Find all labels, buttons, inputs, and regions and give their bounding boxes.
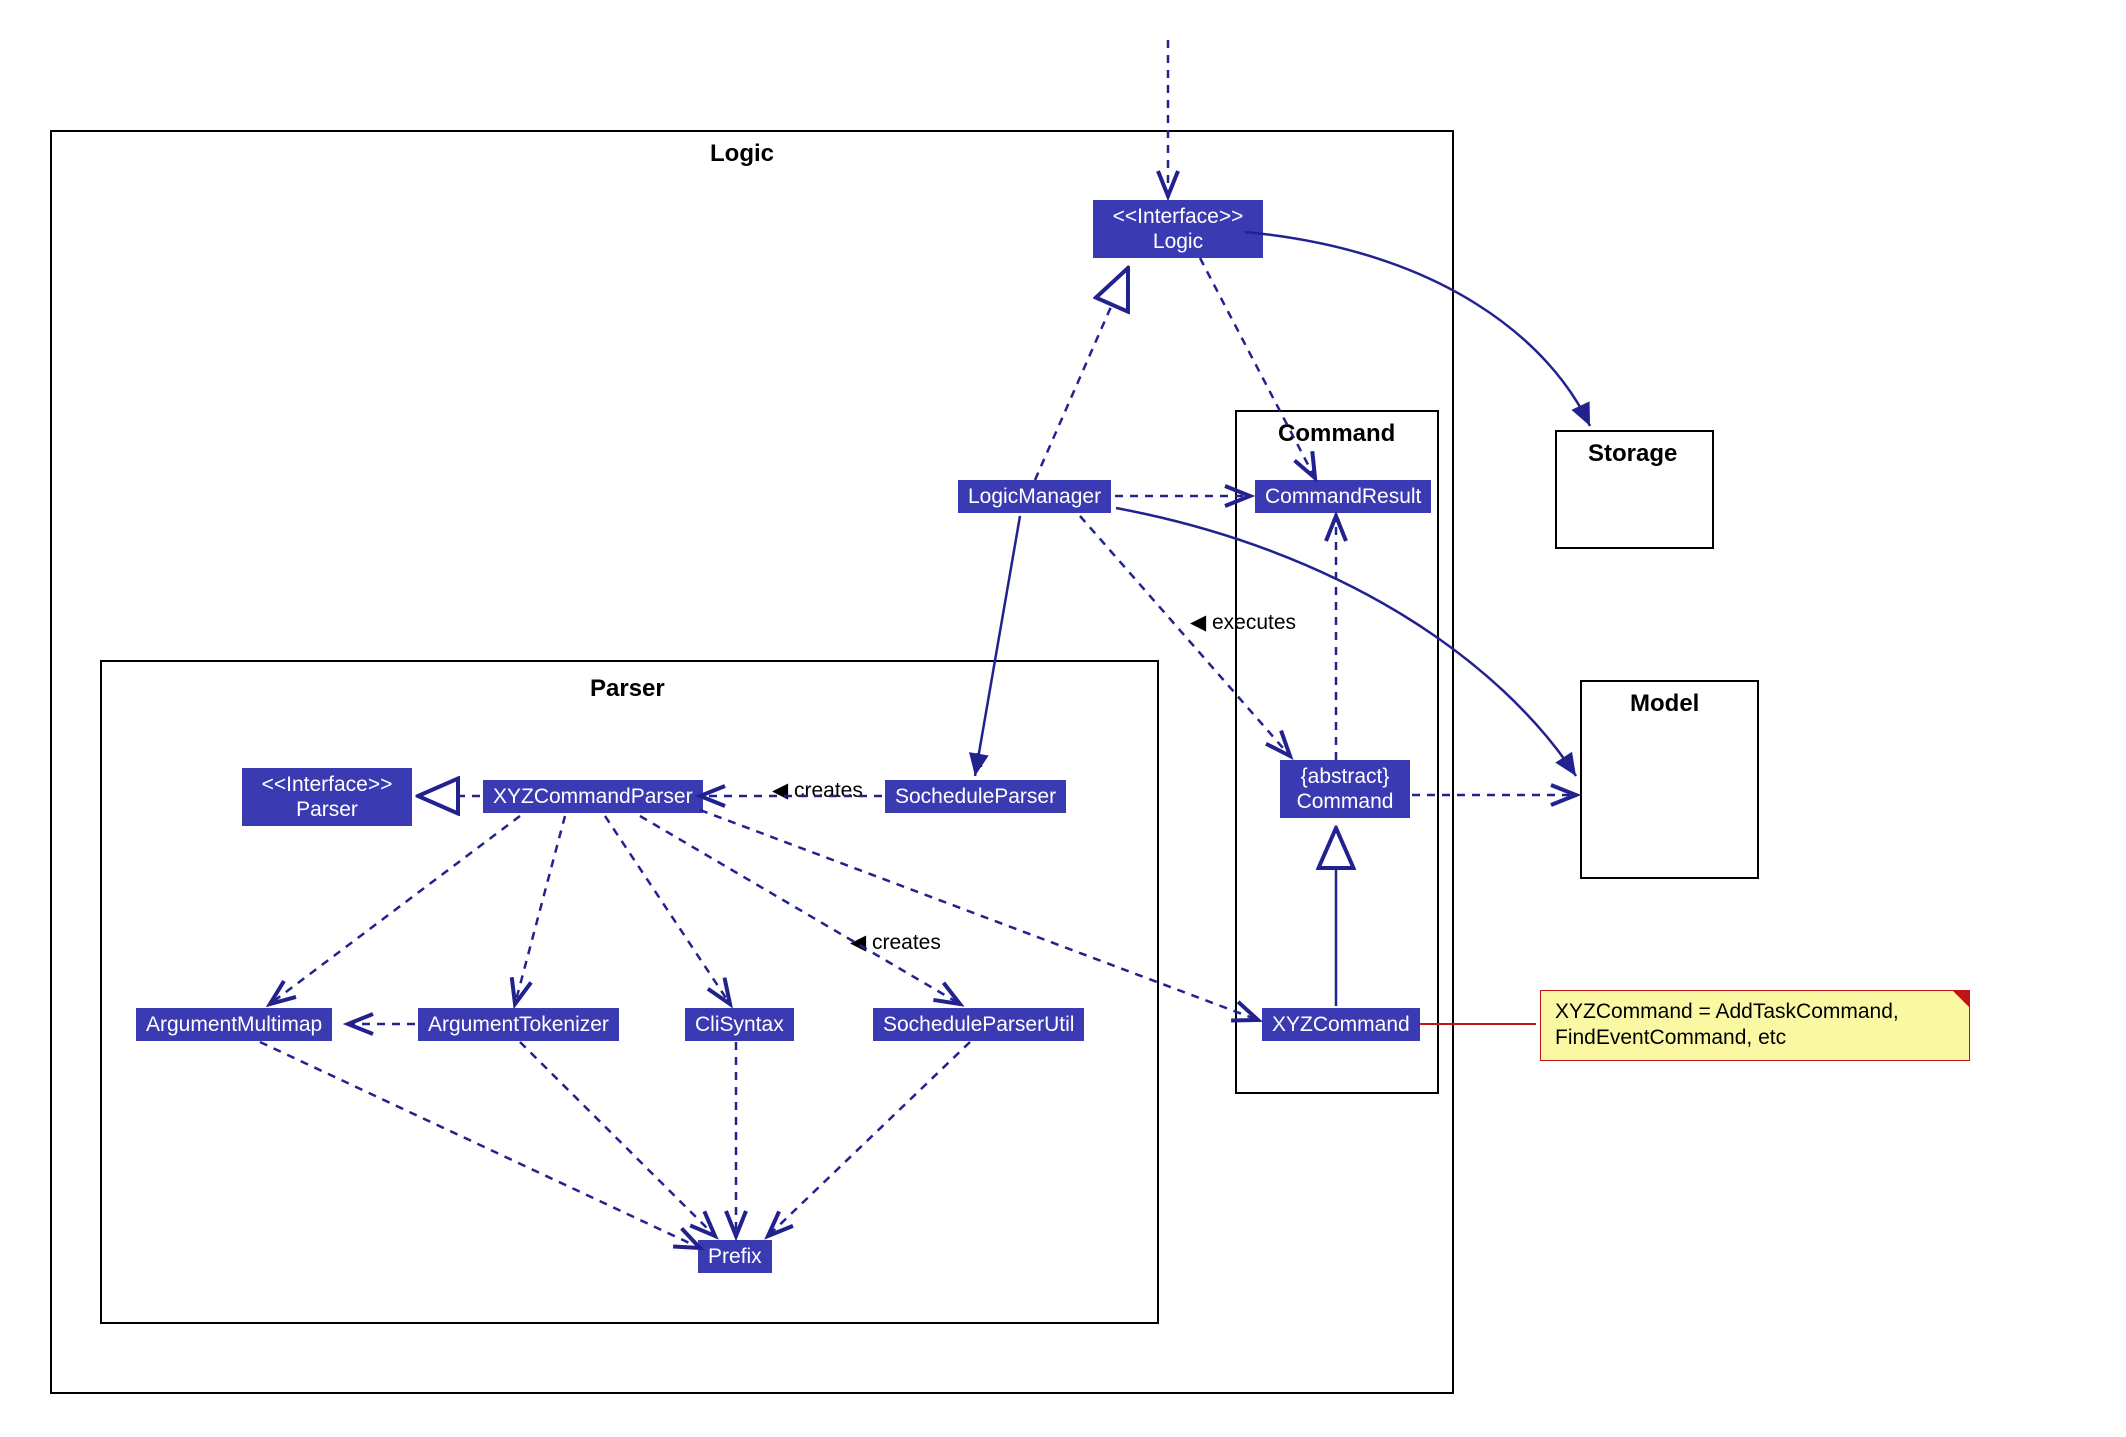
sochedule-parser-name: SocheduleParser bbox=[895, 785, 1056, 808]
abstract-command-stereo: {abstract} bbox=[1301, 765, 1390, 788]
label-creates-2: ◀ creates bbox=[850, 930, 941, 955]
class-argument-tokenizer: ArgumentTokenizer bbox=[418, 1008, 619, 1041]
class-command-result: CommandResult bbox=[1255, 480, 1431, 513]
package-command-label: Command bbox=[1278, 420, 1395, 448]
class-xyz-command-parser: XYZCommandParser bbox=[483, 780, 703, 813]
argument-tokenizer-name: ArgumentTokenizer bbox=[428, 1013, 609, 1036]
arrowhead-icon: ◀ bbox=[1190, 611, 1206, 634]
package-storage-label: Storage bbox=[1588, 440, 1677, 468]
note-xyz-command: XYZCommand = AddTaskCommand, FindEventCo… bbox=[1540, 990, 1970, 1061]
multiplicity-sochedule-parser: 1 bbox=[972, 750, 983, 773]
logic-interface-stereo: <<Interface>> bbox=[1113, 205, 1244, 228]
package-model-label: Model bbox=[1630, 690, 1699, 718]
cli-syntax-name: CliSyntax bbox=[695, 1013, 784, 1036]
class-abstract-command: {abstract} Command bbox=[1280, 760, 1410, 818]
note-fold-icon bbox=[1953, 991, 1969, 1007]
class-sochedule-parser-util: SocheduleParserUtil bbox=[873, 1008, 1084, 1041]
label-creates-1: ◀ creates bbox=[772, 778, 863, 803]
class-argument-multimap: ArgumentMultimap bbox=[136, 1008, 332, 1041]
xyz-command-name: XYZCommand bbox=[1272, 1013, 1410, 1036]
abstract-command-name: Command bbox=[1297, 790, 1394, 813]
class-cli-syntax: CliSyntax bbox=[685, 1008, 794, 1041]
class-sochedule-parser: SocheduleParser bbox=[885, 780, 1066, 813]
prefix-name: Prefix bbox=[708, 1245, 762, 1268]
parser-interface-name: Parser bbox=[296, 798, 358, 821]
command-result-name: CommandResult bbox=[1265, 485, 1421, 508]
class-prefix: Prefix bbox=[698, 1240, 772, 1273]
argument-multimap-name: ArgumentMultimap bbox=[146, 1013, 322, 1036]
logic-interface-name: Logic bbox=[1153, 230, 1203, 253]
class-xyz-command: XYZCommand bbox=[1262, 1008, 1420, 1041]
xyz-command-parser-name: XYZCommandParser bbox=[493, 785, 693, 808]
note-line1: XYZCommand = AddTaskCommand, bbox=[1555, 1000, 1899, 1023]
note-line2: FindEventCommand, etc bbox=[1555, 1026, 1786, 1049]
class-logic-interface: <<Interface>> Logic bbox=[1093, 200, 1263, 258]
package-parser-label: Parser bbox=[590, 675, 665, 703]
arrowhead-icon: ◀ bbox=[772, 779, 788, 802]
diagram-canvas: Logic Parser Command Storage Model <<Int… bbox=[20, 20, 2126, 1417]
parser-interface-stereo: <<Interface>> bbox=[262, 773, 393, 796]
class-parser-interface: <<Interface>> Parser bbox=[242, 768, 412, 826]
class-logic-manager: LogicManager bbox=[958, 480, 1111, 513]
arrowhead-icon: ◀ bbox=[850, 931, 866, 954]
label-executes: ◀ executes bbox=[1190, 610, 1296, 635]
package-logic-label: Logic bbox=[710, 140, 774, 168]
logic-manager-name: LogicManager bbox=[968, 485, 1101, 508]
package-parser bbox=[100, 660, 1159, 1324]
sochedule-parser-util-name: SocheduleParserUtil bbox=[883, 1013, 1074, 1036]
